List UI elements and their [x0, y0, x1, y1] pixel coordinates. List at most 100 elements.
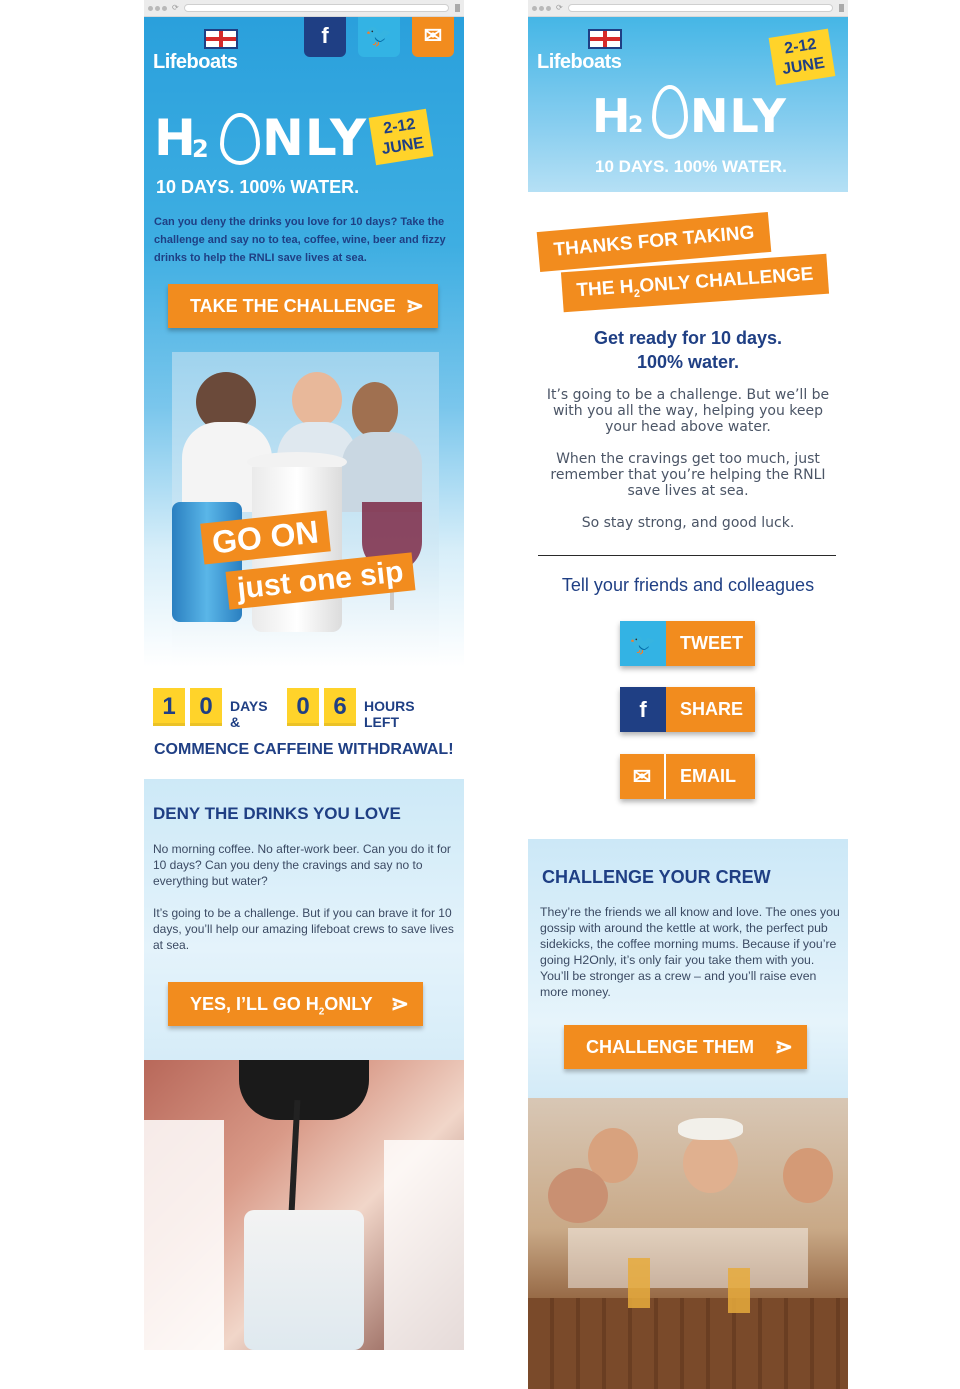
facebook-icon: f	[620, 687, 666, 732]
share-label: SHARE	[680, 699, 744, 719]
share-button[interactable]: f SHARE	[620, 687, 755, 732]
challenge-them-label: CHALLENGE THEM	[586, 1037, 754, 1057]
person-2-head	[292, 372, 342, 427]
brand-logo: Lifeboats	[537, 51, 622, 73]
window-dot	[162, 6, 167, 11]
go-h2only-label-a: YES, I’LL GO H	[190, 994, 319, 1014]
window-dot	[539, 6, 544, 11]
hours-digit-2: 6	[324, 688, 356, 726]
ready-line-1: Get ready for 10 days.	[593, 328, 783, 348]
days-digit-2: 0	[190, 688, 222, 726]
twitter-icon: 🐦	[620, 621, 666, 666]
white-shirt-right	[384, 1140, 464, 1350]
logo-letter-h: H	[154, 109, 197, 167]
body-paragraph-2: When the cravings get too much, just rem…	[550, 451, 826, 499]
reload-icon[interactable]: ⟳	[172, 3, 179, 12]
water-drop-icon	[652, 85, 688, 139]
email-share-button[interactable]: ✉	[412, 17, 454, 57]
body-paragraph-1: It’s going to be a challenge. But we’ll …	[546, 387, 830, 435]
friend-4-head	[548, 1168, 608, 1223]
rnli-flag-icon	[588, 29, 622, 49]
go-h2only-button[interactable]: YES, I’LL GO H2ONLY ⋗	[168, 982, 423, 1026]
intro-text: Can you deny the drinks you love for 10 …	[154, 216, 446, 264]
crew-title: CHALLENGE YOUR CREW	[542, 867, 771, 887]
browser-chrome: ⟳	[528, 0, 848, 17]
hours-digit-1: 0	[287, 688, 319, 726]
email-button[interactable]: ✉ EMAIL	[620, 754, 755, 799]
days-digit-1: 1	[153, 688, 185, 726]
twitter-icon: 🐦	[365, 23, 393, 48]
brand-logo: Lifeboats	[153, 51, 238, 73]
deny-paragraph-2: It’s going to be a challenge. But if you…	[153, 906, 454, 952]
wooden-table	[528, 1298, 848, 1389]
go-h2only-label-b: ONLY	[324, 994, 373, 1014]
deny-section: DENY THE DRINKS YOU LOVE No morning coff…	[144, 779, 464, 1060]
tagline: 10 DAYS. 100% WATER.	[595, 157, 787, 176]
logo-subscript-2: 2	[628, 113, 645, 138]
tell-friends-heading: Tell your friends and colleagues	[561, 575, 815, 595]
window-dot	[546, 6, 551, 11]
beer-glass	[728, 1268, 750, 1313]
address-bar[interactable]	[184, 4, 449, 12]
facebook-share-button[interactable]: f	[304, 17, 346, 57]
crew-section: CHALLENGE YOUR CREW They’re the friends …	[528, 839, 848, 1101]
friend-2-hat	[678, 1118, 743, 1140]
hero-photo-people-drinks: GO ON just one sip	[172, 352, 439, 667]
email-mockup-challenge: ⟳ Lifeboats f 🐦 ✉ H 2 NLY 2-12 JUNE 10 D…	[144, 0, 464, 1350]
arrow-right-icon: ⋗	[405, 293, 424, 318]
hero-section: Lifeboats 2-12 JUNE H 2 NLY 10 DAYS. 100…	[528, 17, 848, 192]
window-dot	[155, 6, 160, 11]
twitter-share-button[interactable]: 🐦	[358, 17, 400, 57]
person-3-body	[342, 432, 422, 512]
address-bar[interactable]	[568, 4, 833, 12]
window-dot	[148, 6, 153, 11]
hero-section: Lifeboats f 🐦 ✉ H 2 NLY 2-12 JUNE 10 DAY…	[144, 17, 464, 667]
woman-drinking-water-photo	[144, 1060, 464, 1350]
person-3-head	[352, 382, 398, 438]
friends-at-table-photo	[528, 1098, 848, 1389]
deny-title: DENY THE DRINKS YOU LOVE	[153, 804, 401, 823]
friend-2-head	[683, 1133, 738, 1193]
tweet-button[interactable]: 🐦 TWEET	[620, 621, 755, 666]
browser-chrome: ⟳	[144, 0, 464, 17]
tagline: 10 DAYS. 100% WATER.	[156, 177, 360, 197]
take-challenge-label: TAKE THE CHALLENGE	[190, 296, 396, 316]
rnli-flag-icon	[204, 29, 238, 49]
tweet-label: TWEET	[680, 633, 743, 653]
email-icon: ✉	[620, 754, 666, 799]
take-challenge-button[interactable]: TAKE THE CHALLENGE ⋗	[168, 284, 438, 328]
window-dot	[532, 6, 537, 11]
arrow-right-icon: ⋗	[390, 991, 409, 1016]
thanks-line-2-b: ONLY CHALLENGE	[638, 263, 815, 297]
menu-icon[interactable]	[839, 4, 844, 12]
sunglasses	[239, 1060, 369, 1120]
date-badge: 2-12 JUNE	[768, 28, 836, 86]
logo-letter-h: H	[592, 89, 632, 143]
days-label: DAYS &	[230, 698, 268, 730]
email-label: EMAIL	[680, 766, 736, 786]
ready-line-2: 100% water.	[636, 352, 740, 372]
menu-icon[interactable]	[455, 4, 460, 12]
arrow-right-icon: ⋗	[774, 1034, 793, 1059]
date-badge: 2-12 JUNE	[368, 108, 434, 166]
facebook-icon: f	[321, 23, 329, 48]
hours-label: HOURS LEFT	[364, 698, 415, 730]
divider	[538, 555, 836, 556]
logo-letters-nly: NLY	[690, 89, 787, 143]
white-shirt	[144, 1120, 224, 1350]
challenge-them-button[interactable]: CHALLENGE THEM ⋗	[564, 1025, 807, 1069]
thanks-line-2-a: THE H	[575, 276, 635, 302]
water-glass	[244, 1210, 364, 1350]
friend-3-head	[783, 1148, 833, 1203]
logo-subscript-2: 2	[192, 135, 210, 163]
water-drop-icon	[220, 113, 260, 165]
withdrawal-headline: COMMENCE CAFFEINE WITHDRAWAL!	[154, 741, 454, 758]
shirts	[568, 1228, 808, 1288]
beer-glass	[628, 1258, 650, 1308]
reload-icon[interactable]: ⟳	[556, 3, 563, 12]
email-mockup-thanks: ⟳ Lifeboats 2-12 JUNE H 2 NLY 10 DAYS. 1…	[528, 0, 848, 1389]
deny-paragraph-1: No morning coffee. No after-work beer. C…	[153, 842, 451, 888]
body-paragraph-3: So stay strong, and good luck.	[581, 515, 795, 531]
email-icon: ✉	[423, 23, 443, 48]
logo-letters-nly: NLY	[262, 109, 368, 167]
